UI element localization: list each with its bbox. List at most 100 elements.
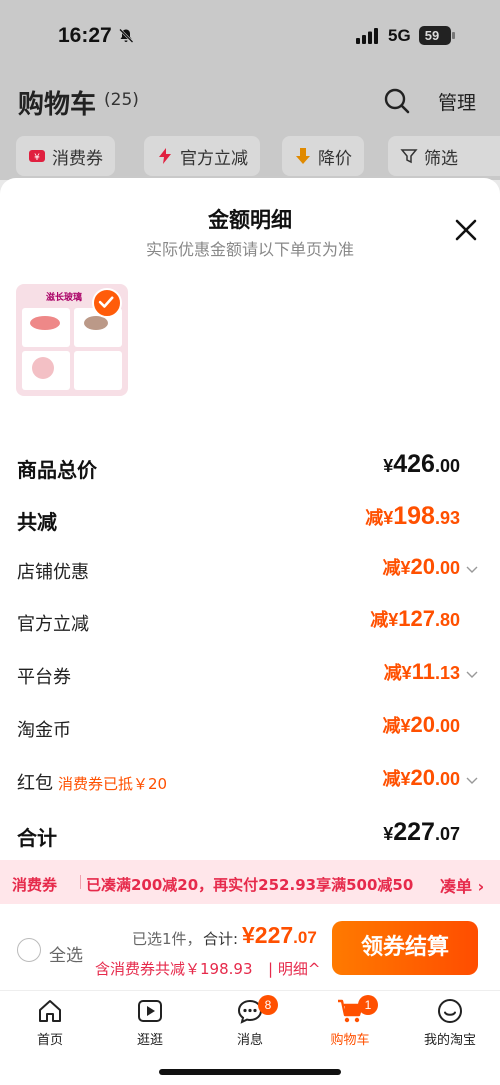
select-all-label[interactable]: 全选: [49, 941, 83, 966]
total-discount-label: 共减: [17, 510, 57, 534]
detail-toggle[interactable]: | 明细^: [268, 958, 320, 979]
currency-symbol: ¥: [383, 824, 394, 844]
coupon-strip-text: 已凑满200减20，再实付252.93享满500减50: [86, 876, 414, 894]
value-int: 198: [393, 502, 435, 530]
value-prefix: 减¥: [382, 769, 411, 789]
sum-label: 合计: [17, 826, 57, 850]
filter-icon: [400, 149, 418, 164]
value-prefix: 减¥: [365, 508, 394, 528]
tab-cart[interactable]: 1 购物车: [300, 995, 400, 1057]
row-platform-coupon[interactable]: 平台券 减¥11.13: [0, 657, 500, 697]
lips-image: [22, 308, 70, 347]
profile-icon: [438, 999, 462, 1023]
chevron-down-icon[interactable]: [466, 671, 478, 679]
status-bar: 16:27 5G 59: [0, 0, 500, 70]
value-dec: .07: [293, 928, 317, 947]
tab-messages[interactable]: 8 消息: [200, 995, 300, 1057]
value-dec: .00: [434, 558, 460, 578]
platform-coupon-label: 平台券: [17, 667, 71, 688]
value-int: 127: [398, 606, 435, 631]
value-dec: .07: [434, 824, 460, 844]
platform-coupon-value: 减¥11.13: [384, 659, 460, 685]
value-int: ¥227: [242, 922, 294, 948]
chip-price-drop[interactable]: 降价: [282, 136, 364, 176]
value-prefix: 减¥: [370, 610, 399, 630]
total-label: 合计:: [203, 930, 239, 948]
svg-text:¥: ¥: [34, 153, 40, 163]
battery-level: 59: [424, 28, 440, 43]
chip-coupon[interactable]: ¥ 消费券: [16, 136, 115, 176]
price-drop-icon: [296, 148, 310, 164]
sheet-title: 金额明细: [208, 208, 292, 232]
coupon-progress-strip: 消费券 已凑满200减20，再实付252.93享满500减50 凑单 ›: [0, 860, 500, 904]
value-int: 426: [393, 450, 435, 478]
selected-check-badge: [92, 288, 122, 318]
value-prefix: 减¥: [383, 663, 412, 683]
tab-label: 购物车: [330, 1033, 370, 1048]
total-discount-value: 减¥198.93: [365, 502, 460, 531]
close-icon[interactable]: [454, 218, 478, 242]
add-items-link[interactable]: 凑单 ›: [440, 873, 484, 897]
value-dec: .80: [434, 610, 460, 630]
tab-label: 逛逛: [136, 1033, 163, 1048]
total-price-value: ¥426.00: [383, 450, 460, 479]
tab-browse[interactable]: 逛逛: [100, 997, 200, 1057]
row-total-discount: 共减 减¥198.93: [0, 500, 500, 540]
status-time: 16:27: [58, 24, 112, 47]
total-price-label: 商品总价: [17, 458, 97, 482]
row-total-price: 商品总价 ¥426.00: [0, 448, 500, 488]
row-shop-discount[interactable]: 店铺优惠 减¥20.00: [0, 552, 500, 592]
value-dec: .13: [434, 663, 460, 683]
tab-label: 首页: [36, 1033, 63, 1048]
tab-label: 消息: [236, 1033, 263, 1048]
tab-profile[interactable]: 我的淘宝: [400, 997, 500, 1057]
sum-value: ¥227.07: [383, 818, 460, 847]
chip-label: 消费券: [52, 148, 103, 169]
row-sum: 合计 ¥227.07: [0, 816, 500, 856]
value-int: 20: [410, 765, 435, 790]
checkout-bar: 全选 已选1件， 合计: ¥227.07 含消费券共减￥198.93 | 明细^…: [0, 904, 500, 990]
select-all-radio[interactable]: [17, 938, 41, 962]
currency-symbol: ¥: [383, 456, 394, 476]
taojinbi-value: 减¥20.00: [382, 712, 460, 738]
cart-badge: 1: [358, 995, 378, 1015]
divider: [80, 875, 81, 889]
cart-item-count: (25): [104, 90, 139, 110]
signal-icon: [356, 28, 378, 44]
row-red-packet[interactable]: 红包 消费券已抵￥20 减¥20.00: [0, 763, 500, 803]
selected-count: 已选1件，: [132, 930, 202, 948]
value-dec: .00: [434, 769, 460, 789]
lightning-icon: [159, 148, 171, 164]
manage-button[interactable]: 管理: [438, 88, 476, 115]
search-icon[interactable]: [383, 87, 411, 115]
value-prefix: 减¥: [382, 716, 411, 736]
sheet-subtitle: 实际优惠金额请以下单页为准: [145, 240, 354, 259]
tab-label: 我的淘宝: [423, 1033, 476, 1048]
total-value: ¥227.07: [242, 922, 317, 949]
battery-icon: 59: [419, 26, 455, 45]
value-prefix: 减¥: [382, 558, 411, 578]
page-title: 购物车: [18, 90, 97, 120]
official-discount-value: 减¥127.80: [370, 606, 460, 632]
cart-header: 购物车 (25) 管理 ¥ 消费券 官方立减 降价 筛选: [0, 70, 500, 180]
official-discount-label: 官方立减: [17, 614, 89, 635]
home-icon: [39, 1000, 61, 1022]
chip-label: 官方立减: [180, 148, 248, 169]
product-image: [22, 308, 122, 390]
video-icon: [138, 1000, 162, 1022]
red-packet-tag: 消费券已抵￥20: [58, 775, 168, 793]
chip-official-discount[interactable]: 官方立减: [144, 136, 260, 176]
red-packet-value: 减¥20.00: [382, 765, 460, 791]
value-int: 20: [410, 712, 435, 737]
chevron-down-icon[interactable]: [466, 566, 478, 574]
value-dec: .00: [434, 456, 460, 476]
taojinbi-label: 淘金币: [17, 720, 71, 741]
tab-home[interactable]: 首页: [0, 997, 100, 1057]
cheek-image: [22, 351, 70, 390]
checkout-button[interactable]: 领券结算: [332, 921, 478, 975]
discount-info: 含消费券共减￥198.93: [95, 960, 253, 978]
chip-filter[interactable]: 筛选: [388, 136, 500, 176]
product-brand-text: 滋长玻璃: [46, 293, 83, 303]
chevron-down-icon[interactable]: [466, 777, 478, 785]
value-dec: .00: [434, 716, 460, 736]
